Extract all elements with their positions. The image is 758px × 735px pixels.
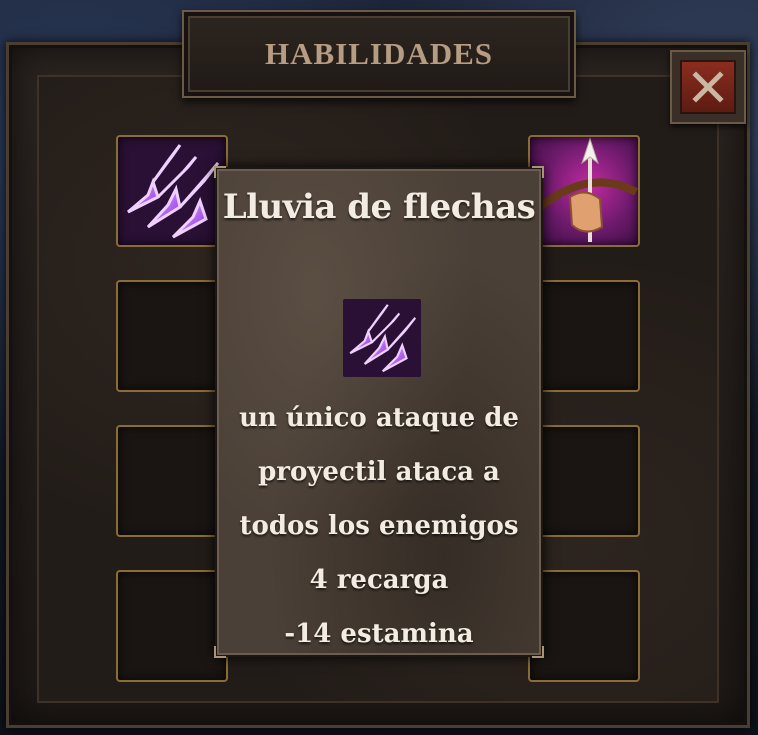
tooltip-title: Lluvia de flechas xyxy=(222,187,536,227)
close-icon xyxy=(692,71,724,103)
tooltip-corner xyxy=(532,166,544,178)
skill-tooltip: Lluvia de flechas un único ataque de pro… xyxy=(214,166,544,658)
close-button-face[interactable] xyxy=(680,60,736,114)
tooltip-skill-icon xyxy=(343,299,421,377)
arrow-rain-icon xyxy=(349,304,417,373)
page-title: HABILIDADES xyxy=(264,36,494,71)
skill-slot-right-4[interactable] xyxy=(528,570,640,682)
skill-slot-left-2[interactable] xyxy=(116,280,228,392)
tooltip-description: un único ataque de proyectil ataca a tod… xyxy=(217,391,541,661)
description-line: proyectil ataca a xyxy=(258,457,500,487)
skill-slot-right-2[interactable] xyxy=(528,280,640,392)
description-line: todos los enemigos xyxy=(239,511,519,541)
cooldown-text: 4 recarga xyxy=(309,565,449,595)
close-button[interactable] xyxy=(670,50,746,124)
stamina-cost-text: -14 estamina xyxy=(284,619,474,649)
description-line: un único ataque de xyxy=(239,403,519,433)
skill-slot-right-1[interactable] xyxy=(528,135,640,247)
skill-slot-left-4[interactable] xyxy=(116,570,228,682)
skill-slot-right-3[interactable] xyxy=(528,425,640,537)
skill-slot-left-3[interactable] xyxy=(116,425,228,537)
title-plate: HABILIDADES xyxy=(182,10,576,98)
arrow-rain-icon xyxy=(127,144,220,239)
bow-shot-icon xyxy=(537,137,638,242)
tooltip-corner xyxy=(214,166,226,178)
skill-slot-left-1[interactable] xyxy=(116,135,228,247)
